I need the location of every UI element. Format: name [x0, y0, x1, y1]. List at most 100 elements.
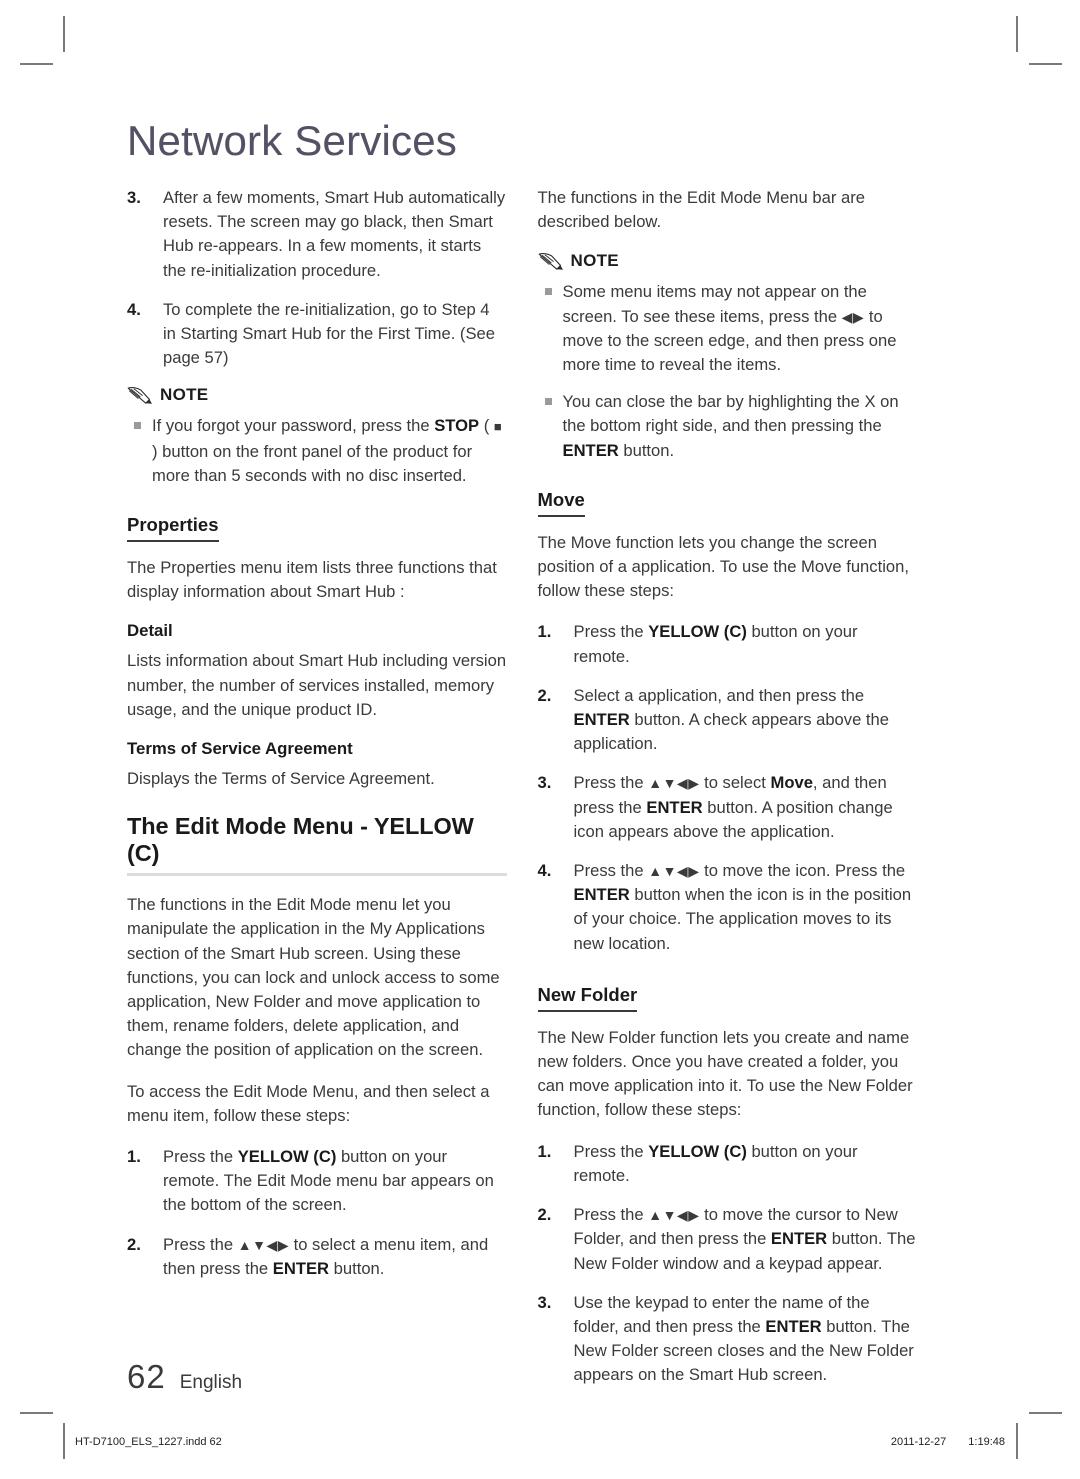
- step-item: 2. Press the ▲▼◀▶ to move the cursor to …: [538, 1203, 918, 1276]
- page-number: 62: [127, 1358, 166, 1395]
- crop-mark-bottom-right-vertical: [1016, 1423, 1018, 1459]
- new-folder-heading: New Folder: [537, 984, 638, 1012]
- step-item: 4. To complete the re-initialization, go…: [127, 298, 507, 371]
- step-text-mid: to move the icon. Press the: [699, 861, 906, 881]
- move-heading: Move: [537, 489, 585, 517]
- crop-mark-top-right-horizontal: [1029, 63, 1062, 65]
- step-text-pre: Press the: [573, 773, 649, 793]
- note-text: If you forgot your password, press the S…: [152, 414, 507, 488]
- step-number: 1.: [537, 1141, 552, 1161]
- step-item: 4. Press the ▲▼◀▶ to move the icon. Pres…: [538, 859, 918, 956]
- print-slug: HT-D7100_ELS_1227.indd 62 2011-12-27 1:1…: [75, 1436, 1005, 1448]
- step-text: Press the ▲▼◀▶ to move the icon. Press t…: [574, 859, 918, 956]
- slug-timestamp: 2011-12-27 1:19:48: [891, 1436, 1005, 1448]
- step-text-pre: Press the: [163, 1147, 238, 1167]
- note-text-pre: You can close the bar by highlighting th…: [562, 392, 899, 436]
- step-number: 1.: [537, 622, 552, 642]
- step-text-pre: Press the: [573, 1141, 649, 1161]
- step-item: 2. Select a application, and then press …: [538, 684, 918, 757]
- crop-mark-top-right-vertical: [1016, 16, 1018, 52]
- note-text-pre: If you forgot your password, press the: [152, 416, 435, 436]
- direction-arrows-icon: ▲▼◀▶: [648, 775, 700, 792]
- step-text: Press the ▲▼◀▶ to select Move, and then …: [574, 771, 918, 844]
- edit-mode-menu-heading: The Edit Mode Menu - YELLOW (C): [127, 813, 507, 877]
- step-text: Press the YELLOW (C) button on your remo…: [574, 1140, 918, 1188]
- square-bullet-icon: [538, 280, 563, 377]
- direction-arrows-icon: ▲▼◀▶: [237, 1236, 289, 1253]
- move-intro: The Move function lets you change the sc…: [537, 532, 909, 601]
- note-heading: NOTE: [538, 251, 918, 271]
- note-label: NOTE: [160, 385, 209, 405]
- step-number: 1.: [127, 1147, 141, 1167]
- step-text-pre: Press the: [163, 1234, 238, 1254]
- step-text: Press the YELLOW (C) button on your remo…: [163, 1145, 507, 1218]
- pencil-icon: [538, 252, 564, 271]
- enter-keyword: ENTER: [573, 710, 630, 730]
- step-text-mid: to select: [699, 773, 771, 793]
- step-text: Press the YELLOW (C) button on your remo…: [574, 620, 918, 668]
- note-text: Some menu items may not appear on the sc…: [563, 280, 918, 377]
- step-item: 3. Press the ▲▼◀▶ to select Move, and th…: [538, 771, 918, 844]
- enter-keyword: ENTER: [770, 1229, 828, 1249]
- step-text: Press the ▲▼◀▶ to select a menu item, an…: [163, 1233, 507, 1281]
- enter-keyword: ENTER: [646, 797, 703, 817]
- yellow-c-keyword: YELLOW (C): [648, 1141, 747, 1161]
- step-item: 1. Press the YELLOW (C) button on your r…: [127, 1145, 507, 1218]
- note-item: Some menu items may not appear on the sc…: [538, 280, 918, 377]
- step-number: 3.: [127, 188, 141, 207]
- step-text: Use the keypad to enter the name of the …: [574, 1291, 918, 1388]
- properties-heading: Properties: [127, 514, 219, 543]
- step-text-pre: Press the: [573, 622, 649, 642]
- page-footer: 62 English: [127, 1358, 242, 1396]
- step-number: 2.: [127, 1234, 141, 1254]
- properties-intro: The Properties menu item lists three fun…: [127, 558, 497, 602]
- note-text-post: ) button on the front panel of the produ…: [152, 441, 473, 485]
- step-text-pre: Select a application, and then press the: [573, 685, 865, 705]
- crop-mark-top-left-vertical: [63, 16, 65, 52]
- enter-keyword: ENTER: [765, 1316, 822, 1336]
- step-text: Press the ▲▼◀▶ to move the cursor to New…: [574, 1203, 918, 1276]
- note-text-mid: (: [479, 416, 494, 436]
- step-number: 4.: [127, 299, 141, 319]
- square-bullet-icon: [538, 390, 563, 463]
- edit-mode-paragraph-1: The functions in the Edit Mode menu let …: [127, 895, 500, 1060]
- edit-mode-bar-intro: The functions in the Edit Mode Menu bar …: [537, 188, 865, 232]
- stop-square-icon: ■: [493, 419, 502, 435]
- direction-arrows-icon: ▲▼◀▶: [648, 1207, 700, 1224]
- new-folder-intro: The New Folder function lets you create …: [537, 1027, 913, 1120]
- stop-keyword: STOP: [434, 416, 480, 436]
- direction-arrows-icon: ▲▼◀▶: [648, 863, 700, 880]
- crop-mark-top-left-horizontal: [20, 63, 53, 65]
- enter-keyword: ENTER: [562, 440, 619, 460]
- note-text: You can close the bar by highlighting th…: [563, 390, 918, 463]
- step-text-post: button.: [329, 1258, 385, 1278]
- note-item: You can close the bar by highlighting th…: [538, 390, 918, 463]
- note-item: If you forgot your password, press the S…: [127, 414, 507, 488]
- step-number: 2.: [537, 1205, 552, 1225]
- page-language: English: [179, 1372, 243, 1393]
- right-column: The functions in the Edit Mode Menu bar …: [537, 186, 918, 1403]
- step-number: 3.: [537, 1292, 552, 1312]
- edit-mode-paragraph-2: To access the Edit Mode Menu, and then s…: [127, 1081, 490, 1125]
- step-text: Select a application, and then press the…: [574, 684, 918, 757]
- step-item: 3. After a few moments, Smart Hub automa…: [127, 186, 507, 283]
- step-text-pre: Press the: [573, 1205, 649, 1225]
- terms-text: Displays the Terms of Service Agreement.: [127, 769, 435, 789]
- slug-time: 1:19:48: [968, 1436, 1005, 1448]
- slug-date: 2011-12-27: [890, 1436, 947, 1448]
- enter-keyword: ENTER: [573, 885, 630, 905]
- step-text: To complete the re-initialization, go to…: [163, 299, 495, 368]
- yellow-c-keyword: YELLOW (C): [237, 1147, 337, 1167]
- step-number: 2.: [537, 685, 552, 705]
- pencil-icon: [127, 386, 153, 405]
- step-item: 1. Press the YELLOW (C) button on your r…: [538, 620, 918, 668]
- content-columns: 3. After a few moments, Smart Hub automa…: [127, 186, 917, 1403]
- step-number: 4.: [537, 861, 552, 881]
- step-text: After a few moments, Smart Hub automatic…: [163, 188, 506, 280]
- step-text-pre: Press the: [573, 861, 649, 881]
- step-item: 2. Press the ▲▼◀▶ to select a menu item,…: [127, 1233, 507, 1281]
- detail-heading: Detail: [127, 621, 173, 641]
- note-text-post: button.: [618, 440, 675, 460]
- note-heading: NOTE: [127, 385, 507, 405]
- enter-keyword: ENTER: [272, 1258, 330, 1278]
